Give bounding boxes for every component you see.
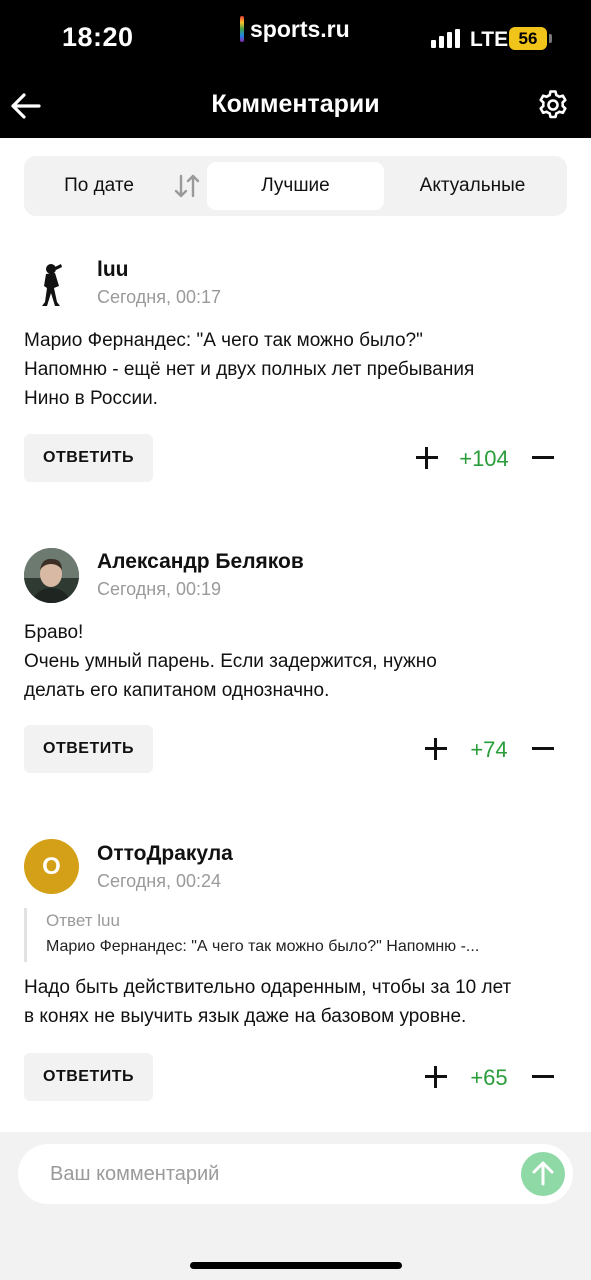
quote-header: Ответ luu — [46, 908, 569, 934]
avatar[interactable] — [24, 548, 79, 603]
downvote-minus-icon[interactable] — [528, 1062, 558, 1092]
upvote-plus-icon[interactable] — [421, 1062, 451, 1092]
upvote-plus-icon[interactable] — [421, 734, 451, 764]
comment-input[interactable] — [50, 1144, 510, 1204]
comment-text: Марио Фернандес: "А чего так можно было?… — [24, 330, 475, 409]
signal-icon — [431, 29, 460, 48]
battery-icon: 56 — [509, 27, 547, 50]
reply-button[interactable]: ОТВЕТИТЬ — [24, 434, 153, 482]
comment-score: +74 — [470, 737, 508, 762]
gear-icon — [539, 90, 567, 119]
top-bar: 18:20 sports.ru LTE 56 Комментарии — [0, 0, 591, 138]
reply-button[interactable]: ОТВЕТИТЬ — [24, 1053, 153, 1101]
brand-logo: sports.ru — [240, 14, 350, 44]
brand-stripe-icon — [240, 16, 244, 42]
quote-text: Марио Фернандес: "А чего так можно было?… — [46, 938, 480, 955]
tab-actual[interactable]: Актуальные — [384, 162, 561, 210]
reply-button[interactable]: ОТВЕТИТЬ — [24, 725, 153, 773]
comment-time: Сегодня, 00:19 — [97, 579, 222, 599]
comment-time: Сегодня, 00:24 — [97, 871, 222, 891]
status-time: 18:20 — [62, 22, 134, 52]
sort-tabs: По дате Лучшие Актуальные — [24, 156, 567, 216]
comment-author[interactable]: ОттоДракула — [97, 842, 233, 866]
avatar-letter: О — [42, 852, 61, 880]
comment-composer — [0, 1132, 591, 1280]
avatar[interactable]: О — [24, 839, 79, 894]
battery-level: 56 — [518, 28, 538, 48]
downvote-minus-icon[interactable] — [528, 443, 558, 473]
comment-score: +104 — [459, 446, 509, 471]
quote-author: luu — [97, 911, 120, 930]
comment-author[interactable]: luu — [97, 258, 129, 282]
comment-time: Сегодня, 00:17 — [97, 287, 222, 307]
comment-input-box — [18, 1144, 573, 1204]
settings-button[interactable] — [534, 86, 572, 124]
quote-prefix: Ответ — [46, 911, 93, 930]
reply-quote[interactable]: Ответ luu Марио Фернандес: "А чего так м… — [24, 908, 569, 962]
battery-tip — [549, 34, 552, 43]
photo-avatar-icon — [24, 548, 79, 603]
comment-text: Браво! Очень умный парень. Если задержит… — [24, 622, 437, 701]
upvote-plus-icon[interactable] — [412, 443, 442, 473]
network-type: LTE — [470, 28, 509, 51]
arrow-up-icon — [532, 1161, 554, 1186]
avatar[interactable] — [24, 258, 79, 313]
downvote-minus-icon[interactable] — [528, 734, 558, 764]
home-indicator — [190, 1262, 402, 1269]
figure-avatar-icon — [42, 264, 62, 306]
sort-arrows-icon[interactable] — [172, 172, 202, 200]
comment-score: +65 — [470, 1065, 508, 1090]
send-button[interactable] — [521, 1152, 565, 1196]
brand-name: sports.ru — [250, 15, 350, 42]
page-title: Комментарии — [211, 90, 380, 118]
tab-by-date[interactable]: По дате — [30, 162, 168, 210]
tab-best[interactable]: Лучшие — [207, 162, 384, 210]
comment-author[interactable]: Александр Беляков — [97, 550, 304, 574]
comment-text: Надо быть действительно одаренным, чтобы… — [24, 977, 512, 1027]
